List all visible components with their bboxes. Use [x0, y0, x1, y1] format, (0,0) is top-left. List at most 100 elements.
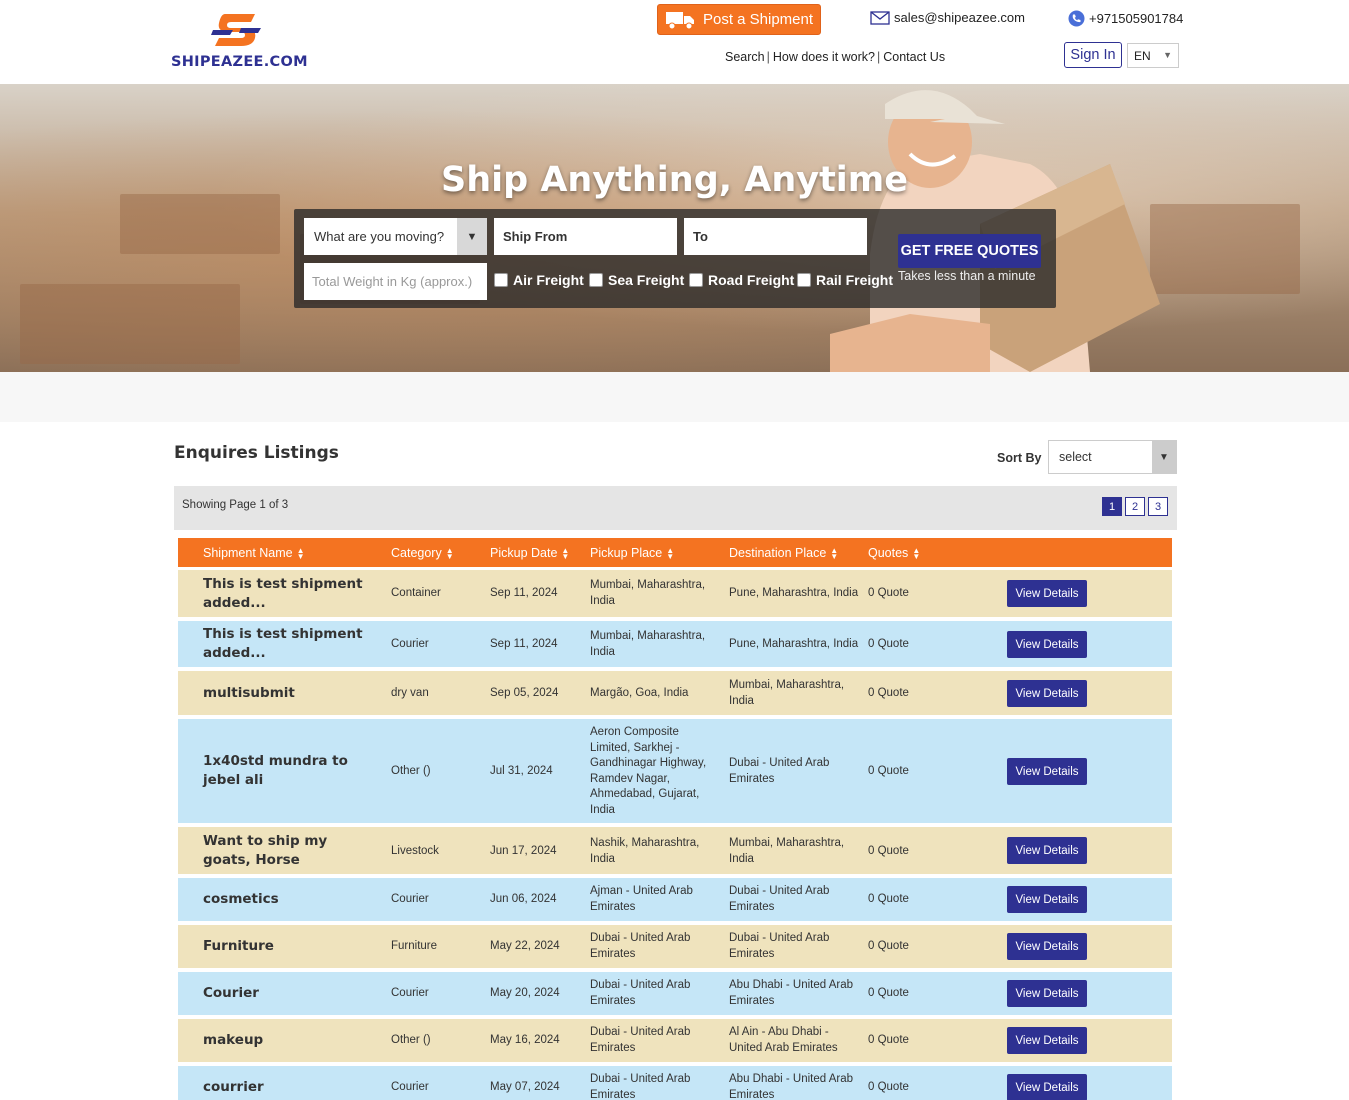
view-details-button[interactable]: View Details: [1007, 886, 1087, 913]
road-freight-checkbox[interactable]: Road Freight: [689, 272, 794, 288]
nav-search[interactable]: Search: [725, 50, 765, 64]
col-category[interactable]: Category ▲ ▼: [391, 546, 454, 560]
what-moving-select[interactable]: What are you moving? ▼: [304, 218, 487, 255]
quote-count: 0 Quote: [868, 987, 909, 999]
pickup-place: Mumbai, Maharashtra, India: [590, 579, 706, 607]
sort-value: select: [1059, 450, 1092, 464]
pagination: 1 2 3: [1102, 497, 1168, 516]
ship-to-input[interactable]: To: [684, 218, 867, 255]
category: Courier: [391, 638, 429, 650]
table-row: This is test shipment added... Container…: [178, 570, 1172, 617]
weight-input[interactable]: Total Weight in Kg (approx.): [304, 263, 487, 300]
phone-contact[interactable]: +971505901784: [1068, 10, 1183, 27]
ship-from-input[interactable]: Ship From: [494, 218, 677, 255]
email-contact[interactable]: sales@shipeazee.com: [870, 10, 1025, 25]
destination-place: Dubai - United Arab Emirates: [729, 932, 830, 960]
category: Courier: [391, 987, 429, 999]
pickup-place: Dubai - United Arab Emirates: [590, 1026, 691, 1054]
chevron-down-icon: ▼: [1152, 441, 1176, 473]
pickup-place: Nashik, Maharashtra, India: [590, 837, 700, 865]
view-details-button[interactable]: View Details: [1007, 837, 1087, 864]
destination-place: Abu Dhabi - United Arab Emirates: [729, 1073, 854, 1100]
category: Other (): [391, 765, 431, 777]
pickup-date: Sep 11, 2024: [490, 638, 558, 650]
col-label: Quotes: [868, 546, 909, 560]
destination-place: Dubai - United Arab Emirates: [729, 757, 830, 785]
view-details-button[interactable]: View Details: [1007, 680, 1087, 707]
sign-in-button[interactable]: Sign In: [1064, 42, 1122, 68]
sort-icon: ▲ ▼: [561, 545, 570, 561]
quote-count: 0 Quote: [868, 1081, 909, 1093]
col-shipment-name[interactable]: Shipment Name ▲ ▼: [203, 546, 305, 560]
post-shipment-button[interactable]: Post a Shipment: [657, 4, 821, 35]
quote-count: 0 Quote: [868, 587, 909, 599]
top-nav: Search | How does it work? | Contact Us: [725, 50, 945, 64]
quote-count: 0 Quote: [868, 845, 909, 857]
hero-title: Ship Anything, Anytime: [440, 160, 909, 200]
sort-icon: ▲ ▼: [830, 545, 839, 561]
destination-place: Dubai - United Arab Emirates: [729, 885, 830, 913]
pagination-bar: Showing Page 1 of 3 1 2 3: [174, 486, 1177, 530]
language-value: EN: [1134, 48, 1151, 63]
page-1-button[interactable]: 1: [1102, 497, 1122, 516]
view-details-button[interactable]: View Details: [1007, 580, 1087, 607]
pickup-place: Dubai - United Arab Emirates: [590, 932, 691, 960]
logo-icon: [211, 14, 261, 46]
pickup-place: Dubai - United Arab Emirates: [590, 979, 691, 1007]
nav-separator: |: [876, 50, 881, 64]
checkbox-box: [797, 273, 811, 287]
sea-freight-checkbox[interactable]: Sea Freight: [589, 272, 684, 288]
envelope-icon: [870, 10, 890, 25]
shipment-name: This is test shipment added...: [203, 576, 363, 611]
table-row: Furniture Furniture May 22, 2024 Dubai -…: [178, 925, 1172, 968]
destination-place: Abu Dhabi - United Arab Emirates: [729, 979, 854, 1007]
get-free-quotes-button[interactable]: GET FREE QUOTES: [898, 234, 1041, 268]
pickup-date: Jul 31, 2024: [490, 765, 553, 777]
sort-icon: ▲ ▼: [445, 545, 454, 561]
shipment-name: multisubmit: [203, 685, 295, 701]
col-label: Destination Place: [729, 546, 827, 560]
rail-freight-checkbox[interactable]: Rail Freight: [797, 272, 893, 288]
destination-place: Al Ain - Abu Dhabi - United Arab Emirate…: [729, 1026, 838, 1054]
sort-select[interactable]: select ▼: [1048, 440, 1177, 474]
category: Other (): [391, 1034, 431, 1046]
sort-label: Sort By: [997, 451, 1042, 465]
logo-text: SHIPEAZEE.COM: [171, 54, 308, 70]
pickup-date: May 16, 2024: [490, 1034, 560, 1046]
language-select[interactable]: EN ▼: [1127, 43, 1179, 68]
pickup-place: Mumbai, Maharashtra, India: [590, 630, 706, 658]
view-details-button[interactable]: View Details: [1007, 631, 1087, 658]
quote-subtext: Takes less than a minute: [898, 269, 1036, 283]
pickup-place: Margão, Goa, India: [590, 687, 689, 699]
col-quotes[interactable]: Quotes ▲ ▼: [868, 546, 920, 560]
view-details-button[interactable]: View Details: [1007, 758, 1087, 785]
listings-title: Enquires Listings: [174, 443, 339, 463]
view-details-button[interactable]: View Details: [1007, 980, 1087, 1007]
destination-place: Pune, Maharashtra, India: [729, 638, 859, 650]
site-logo[interactable]: SHIPEAZEE.COM: [171, 8, 311, 72]
category: Livestock: [391, 845, 439, 857]
air-freight-label: Air Freight: [513, 272, 584, 288]
col-pickup-date[interactable]: Pickup Date ▲ ▼: [490, 546, 569, 560]
category: Furniture: [391, 940, 438, 952]
col-destination-place[interactable]: Destination Place ▲ ▼: [729, 546, 838, 560]
page-2-button[interactable]: 2: [1125, 497, 1145, 516]
page-3-button[interactable]: 3: [1148, 497, 1168, 516]
air-freight-checkbox[interactable]: Air Freight: [494, 272, 584, 288]
nav-how-it-works[interactable]: How does it work?: [773, 50, 875, 64]
category: Courier: [391, 1081, 429, 1093]
table-row: Want to ship my goats, Horse Livestock J…: [178, 827, 1172, 874]
nav-contact[interactable]: Contact Us: [883, 50, 945, 64]
shipment-name: Furniture: [203, 938, 274, 954]
checkbox-box: [589, 273, 603, 287]
shipment-name: 1x40std mundra to jebel ali: [203, 753, 348, 788]
view-details-button[interactable]: View Details: [1007, 933, 1087, 960]
shipment-name: Want to ship my goats, Horse: [203, 833, 328, 868]
pickup-date: Jun 06, 2024: [490, 893, 557, 905]
pickup-date: May 22, 2024: [490, 940, 560, 952]
pickup-date: Sep 11, 2024: [490, 587, 558, 599]
view-details-button[interactable]: View Details: [1007, 1027, 1087, 1054]
background-box: [120, 194, 280, 254]
view-details-button[interactable]: View Details: [1007, 1074, 1087, 1100]
col-pickup-place[interactable]: Pickup Place ▲ ▼: [590, 546, 674, 560]
